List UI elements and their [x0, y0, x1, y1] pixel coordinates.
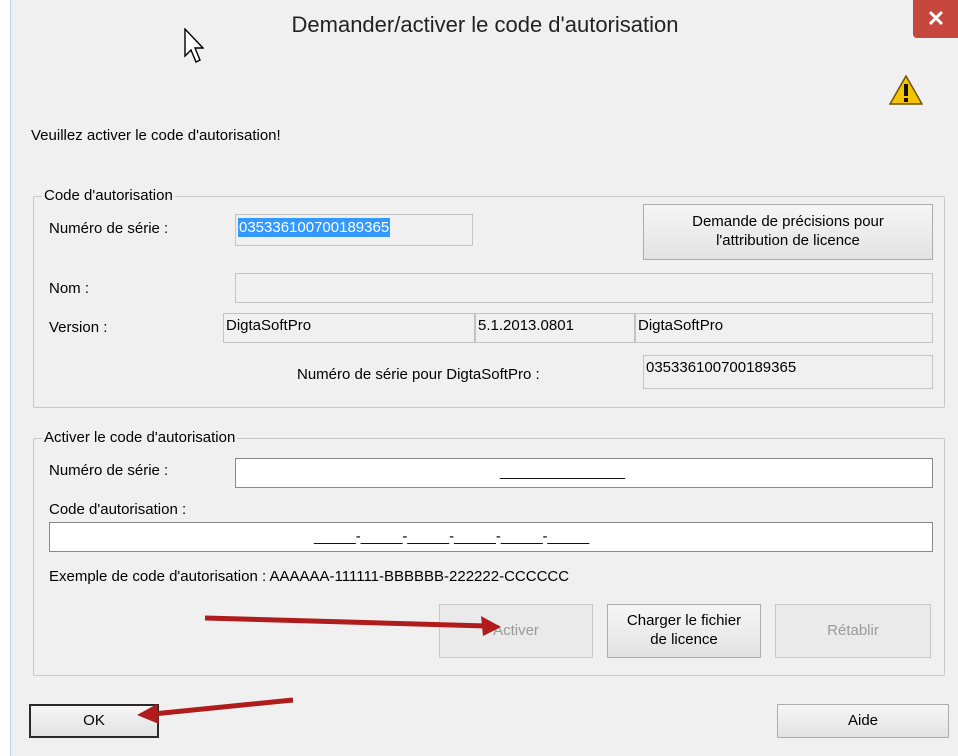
code-example-text: Exemple de code d'autorisation : AAAAAA-…	[49, 568, 570, 585]
version-product-field: DigtaSoftPro	[223, 313, 475, 343]
activation-prompt: Veuillez activer le code d'autorisation!	[31, 127, 281, 144]
serial-for-product-field: 035336100700189365	[643, 355, 933, 389]
annotation-arrow-icon	[137, 697, 294, 724]
authorization-code-input[interactable]: _____-_____-_____-_____-_____-_____	[49, 522, 933, 552]
name-label: Nom :	[49, 280, 90, 297]
activate-serial-label: Numéro de série :	[49, 462, 169, 479]
version-product-alt-field: DigtaSoftPro	[635, 313, 933, 343]
group-legend: Activer le code d'autorisation	[42, 429, 238, 446]
title-bar[interactable]: Demander/activer le code d'autorisation …	[11, 0, 958, 46]
serial-number-field[interactable]: 035336100700189365	[235, 214, 473, 246]
dialog-title: Demander/activer le code d'autorisation	[291, 12, 679, 37]
serial-number-value: 035336100700189365	[238, 218, 391, 237]
serial-input-mask: _______________	[500, 463, 626, 480]
version-label: Version :	[49, 319, 108, 336]
warning-icon	[889, 75, 923, 105]
reset-button[interactable]: Rétablir	[775, 604, 931, 658]
help-button[interactable]: Aide	[777, 704, 949, 738]
activate-serial-input[interactable]: _______________	[235, 458, 933, 488]
authorization-code-label: Code d'autorisation :	[49, 501, 187, 518]
load-license-file-button[interactable]: Charger le fichier de licence	[607, 604, 761, 658]
license-details-request-button[interactable]: Demande de précisions pour l'attribution…	[643, 204, 933, 260]
mouse-pointer-icon	[184, 28, 204, 63]
annotation-arrow-icon	[204, 615, 501, 636]
serial-number-label: Numéro de série :	[49, 220, 169, 237]
serial-for-product-label: Numéro de série pour DigtaSoftPro :	[297, 366, 540, 383]
close-button[interactable]: ✕	[913, 0, 958, 38]
name-field[interactable]	[235, 273, 933, 303]
group-legend: Code d'autorisation	[42, 187, 175, 204]
version-number-field: 5.1.2013.0801	[475, 313, 635, 343]
code-input-mask: _____-_____-_____-_____-_____-_____	[314, 528, 590, 545]
dialog-window: Demander/activer le code d'autorisation …	[10, 0, 958, 756]
